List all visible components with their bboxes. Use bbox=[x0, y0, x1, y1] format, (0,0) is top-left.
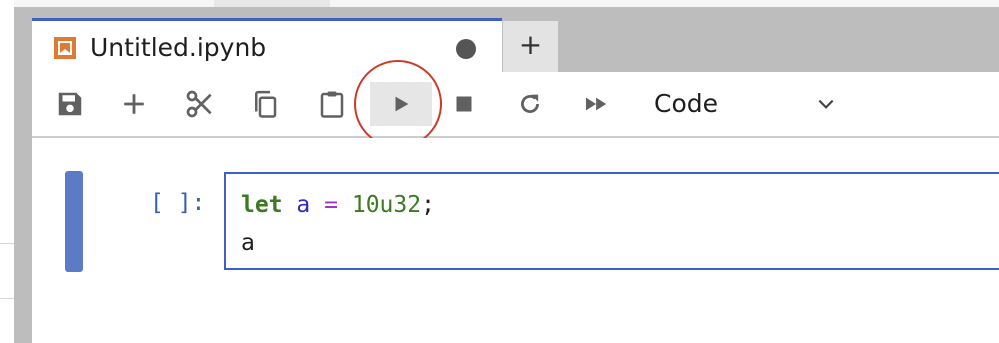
interrupt-button[interactable] bbox=[444, 82, 484, 126]
add-cell-icon bbox=[124, 94, 144, 114]
copy-button[interactable] bbox=[245, 82, 285, 126]
cell-prompt: [ ]: bbox=[150, 190, 206, 216]
save-button[interactable] bbox=[50, 82, 90, 126]
code-token-keyword: let bbox=[241, 192, 283, 218]
top-background bbox=[14, 0, 999, 7]
copy-icon bbox=[255, 90, 277, 118]
chevron-down-icon bbox=[818, 99, 834, 109]
notebook-toolbar: Code bbox=[32, 60, 999, 148]
code-line: a bbox=[241, 224, 435, 262]
tab-title: Untitled.ipynb bbox=[90, 33, 267, 62]
restart-icon bbox=[521, 94, 539, 113]
paste-icon bbox=[320, 91, 344, 118]
cell-collapser[interactable] bbox=[65, 171, 83, 272]
restart-kernel-button[interactable] bbox=[510, 82, 550, 126]
paste-button[interactable] bbox=[312, 82, 352, 126]
insert-cell-button[interactable] bbox=[114, 82, 154, 126]
code-token-plain: a bbox=[241, 230, 255, 256]
code-token-plain: ; bbox=[421, 192, 435, 218]
notebook-area: [ ]: let a = 10u32; a bbox=[32, 138, 999, 343]
code-token-operator: = bbox=[324, 192, 338, 218]
code-cell-editor[interactable]: let a = 10u32; a bbox=[224, 172, 999, 270]
run-icon bbox=[395, 96, 409, 112]
code-token-variable: a bbox=[296, 192, 311, 218]
notebook-tab[interactable]: Untitled.ipynb bbox=[32, 18, 502, 72]
stop-icon bbox=[456, 96, 472, 112]
app-root: Untitled.ipynb + Code []: let a = 10u32… bbox=[0, 0, 999, 343]
top-segment bbox=[214, 0, 330, 7]
code-line: let a = 10u32; bbox=[241, 186, 435, 224]
divider bbox=[0, 243, 14, 244]
cell-type-label: Code bbox=[654, 89, 719, 118]
run-button[interactable] bbox=[370, 82, 432, 126]
run-all-icon bbox=[586, 97, 607, 111]
notebook-icon bbox=[54, 37, 76, 59]
cut-button[interactable] bbox=[180, 82, 220, 126]
left-background bbox=[0, 0, 14, 343]
code-content[interactable]: let a = 10u32; a bbox=[241, 186, 435, 262]
new-tab-button[interactable]: + bbox=[503, 21, 558, 72]
divider bbox=[0, 298, 14, 299]
cut-icon bbox=[186, 90, 212, 118]
cell-type-dropdown[interactable]: Code bbox=[654, 82, 844, 126]
unsaved-indicator-icon[interactable] bbox=[456, 39, 476, 59]
save-icon bbox=[58, 92, 82, 116]
code-token-number: 10u32 bbox=[351, 192, 422, 218]
run-all-button[interactable] bbox=[577, 82, 617, 126]
